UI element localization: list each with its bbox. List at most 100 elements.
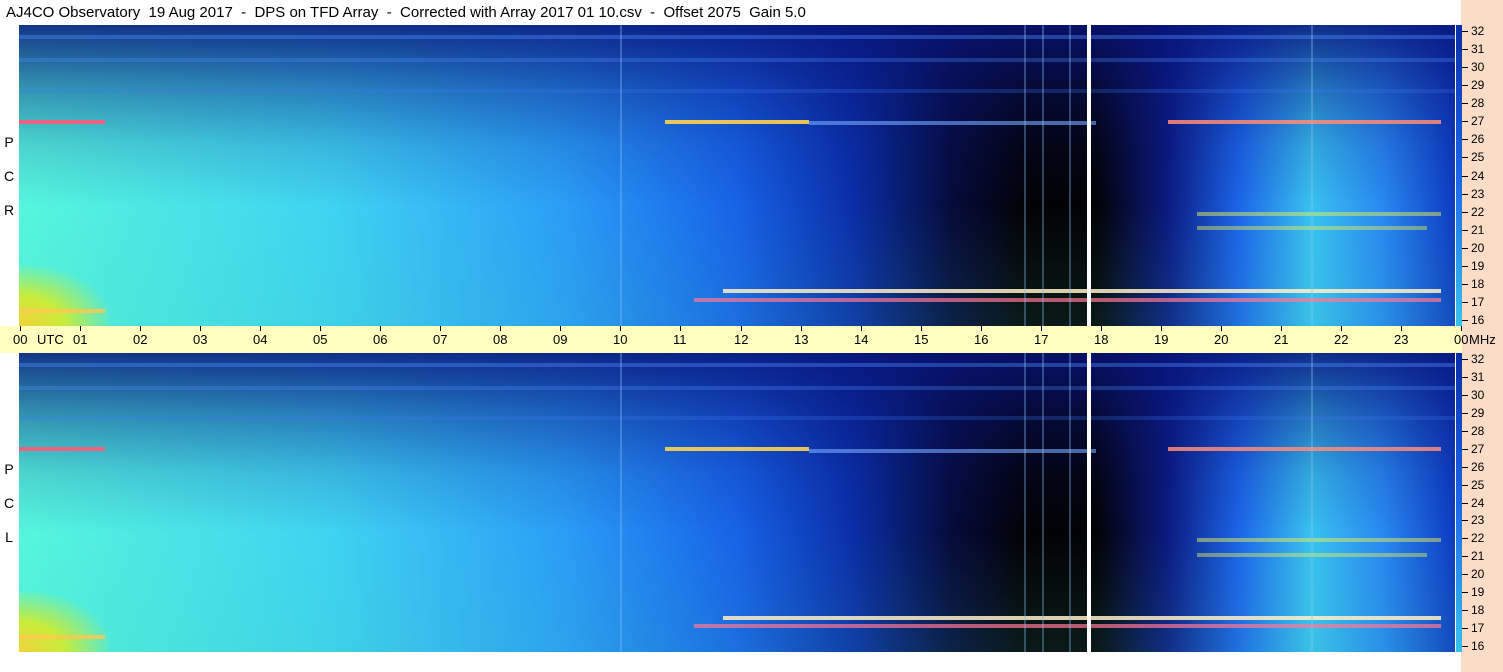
emission-band (665, 120, 809, 124)
x-tick (1101, 326, 1102, 331)
emission-band (694, 624, 1441, 628)
y-tick-label: 22 (1471, 531, 1485, 545)
y-tick (1462, 449, 1468, 450)
y-tick (1462, 284, 1468, 285)
x-tick-label: 13 (794, 332, 809, 347)
emission-band (1197, 226, 1427, 230)
y-tick-label: 30 (1471, 60, 1485, 74)
y-tick (1462, 103, 1468, 104)
interference-streak (620, 25, 622, 326)
y-tick-label: 18 (1471, 277, 1485, 291)
emission-band (694, 298, 1441, 302)
x-tick (1401, 326, 1402, 331)
y-tick (1462, 413, 1468, 414)
y-tick-label: 22 (1471, 205, 1485, 219)
x-tick-label: 02 (133, 332, 148, 347)
y-tick-label: 16 (1471, 313, 1485, 327)
y-tick-label: 19 (1471, 585, 1485, 599)
y-tick-label: 19 (1471, 259, 1485, 273)
rcp-frequency-axis: 32 31 30 29 28 27 26 25 24 23 22 21 20 19 18 17 16 (1462, 25, 1502, 326)
y-tick-label: 29 (1471, 78, 1485, 92)
y-tick-label: 25 (1471, 478, 1485, 492)
y-tick (1462, 485, 1468, 486)
emission-band (19, 363, 1455, 367)
y-tick-label: 23 (1471, 187, 1485, 201)
y-tick-label: 26 (1471, 132, 1485, 146)
emission-band (19, 386, 1455, 390)
data-gap-line (1087, 353, 1091, 652)
x-tick (741, 326, 742, 331)
x-tick (320, 326, 321, 331)
emission-band (19, 35, 1455, 39)
y-tick-label: 27 (1471, 442, 1485, 456)
x-tick (620, 326, 621, 331)
x-tick (20, 326, 21, 331)
x-tick-label: MHz (1469, 332, 1496, 347)
y-tick (1462, 176, 1468, 177)
interference-streak (1311, 353, 1313, 652)
y-tick-label: 23 (1471, 513, 1485, 527)
x-tick-label: 23 (1394, 332, 1409, 347)
y-tick-label: 31 (1471, 42, 1485, 56)
y-tick (1462, 49, 1468, 50)
x-tick-label: 10 (613, 332, 628, 347)
y-tick-label: 26 (1471, 460, 1485, 474)
x-tick-label: 08 (493, 332, 508, 347)
x-tick-label: 22 (1334, 332, 1349, 347)
y-tick-label: 31 (1471, 370, 1485, 384)
emission-band (723, 616, 1441, 620)
emission-band (1197, 538, 1441, 542)
y-tick (1462, 628, 1468, 629)
emission-band (1197, 212, 1441, 216)
x-tick (680, 326, 681, 331)
x-tick-label: 21 (1274, 332, 1289, 347)
y-tick (1462, 377, 1468, 378)
spectrogram-hot-corner (19, 592, 109, 652)
rcp-label-letter-1: P (4, 134, 14, 150)
x-tick (440, 326, 441, 331)
y-tick (1462, 230, 1468, 231)
x-tick-label: 09 (553, 332, 568, 347)
y-tick-label: 28 (1471, 424, 1485, 438)
x-tick (1281, 326, 1282, 331)
interference-streak (1042, 353, 1044, 652)
y-tick (1462, 67, 1468, 68)
emission-band (723, 289, 1441, 293)
y-tick (1462, 395, 1468, 396)
y-tick (1462, 31, 1468, 32)
y-tick (1462, 266, 1468, 267)
y-tick (1462, 431, 1468, 432)
emission-band (19, 447, 105, 451)
x-tick-label: 00 (13, 332, 28, 347)
time-axis: 00 UTC 01 02 03 04 05 06 07 08 09 10 11 12 13 14 15 16 17 1… (0, 326, 1496, 353)
x-tick (1461, 326, 1462, 331)
x-tick-label: 11 (673, 332, 687, 347)
x-tick (380, 326, 381, 331)
emission-band (19, 89, 1455, 93)
interference-streak (1024, 25, 1026, 326)
y-tick-label: 27 (1471, 114, 1485, 128)
y-tick-label: 20 (1471, 567, 1485, 581)
x-tick-label: 18 (1094, 332, 1109, 347)
y-tick-label: 30 (1471, 388, 1485, 402)
y-tick-label: 16 (1471, 639, 1485, 653)
x-tick (1161, 326, 1162, 331)
interference-streak (1069, 25, 1071, 326)
y-tick-label: 29 (1471, 406, 1485, 420)
rcp-spectrogram (19, 25, 1455, 326)
emission-band (809, 121, 1096, 125)
x-tick (200, 326, 201, 331)
y-tick (1462, 85, 1468, 86)
y-tick-label: 32 (1471, 352, 1485, 366)
x-tick-label: 07 (433, 332, 448, 347)
y-tick (1462, 556, 1468, 557)
spectrogram-base (19, 25, 1455, 326)
y-tick-label: 25 (1471, 150, 1485, 164)
x-tick-label: 17 (1034, 332, 1049, 347)
y-tick-label: 32 (1471, 24, 1485, 38)
emission-band (809, 449, 1096, 453)
y-tick (1462, 302, 1468, 303)
x-tick (1221, 326, 1222, 331)
lcp-label-letter-2: C (3, 495, 15, 511)
y-tick (1462, 157, 1468, 158)
